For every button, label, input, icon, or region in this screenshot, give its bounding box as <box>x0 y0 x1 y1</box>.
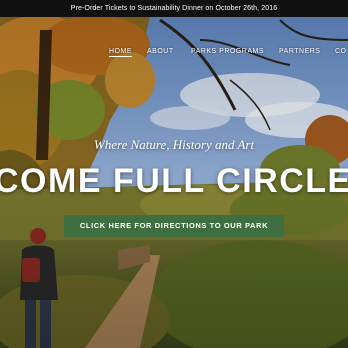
nav-item-contact[interactable]: CO <box>335 48 347 55</box>
nav-item-home[interactable]: HOME <box>109 48 132 57</box>
nav-item-parks-programs[interactable]: PARKS PROGRAMS <box>191 48 264 55</box>
nav-item-about[interactable]: ABOUT <box>147 48 174 55</box>
nav-item-partners[interactable]: PARTNERS <box>279 48 320 55</box>
directions-button[interactable]: CLICK HERE FOR DIRECTIONS TO OUR PARK <box>64 215 284 237</box>
announcement-bar[interactable]: Pre-Order Tickets to Sustainability Dinn… <box>0 0 348 17</box>
hero-headline: COME FULL CIRCLE <box>0 162 348 200</box>
hero-tagline: Where Nature, History and Art <box>93 137 255 152</box>
